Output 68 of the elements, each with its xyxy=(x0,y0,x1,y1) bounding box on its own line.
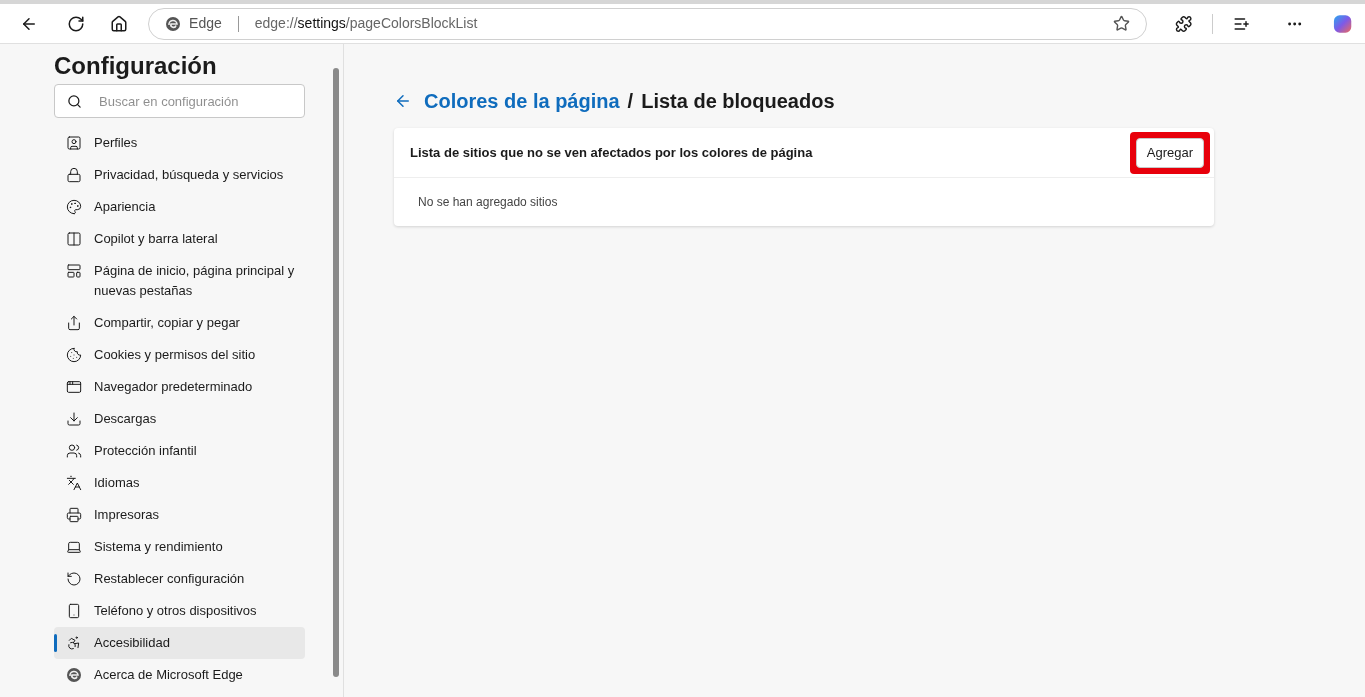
empty-message: No se han agregado sitios xyxy=(418,194,558,211)
sidebar-item-label: Perfiles xyxy=(94,134,139,152)
sidebar-item-label: Teléfono y otros dispositivos xyxy=(94,602,258,620)
sidebar-item-label: Apariencia xyxy=(94,198,157,216)
sidebar-item[interactable]: Impresoras xyxy=(54,499,305,531)
sidebar-item[interactable]: Idiomas xyxy=(54,467,305,499)
phone-icon xyxy=(66,603,82,619)
home-icon xyxy=(109,14,128,33)
favorite-star-icon[interactable] xyxy=(1112,15,1130,32)
sidebar-item-label: Accesibilidad xyxy=(94,634,171,652)
share-icon xyxy=(66,315,82,331)
sidebar-title: Configuración xyxy=(54,51,218,81)
edge-logo-icon xyxy=(66,667,82,683)
lock-icon xyxy=(66,167,82,183)
sidebar-item[interactable]: Descargas xyxy=(54,403,305,435)
sidebar-item[interactable]: Perfiles xyxy=(54,127,305,159)
sidebar-item[interactable]: Apariencia xyxy=(54,191,305,223)
sidebar-item[interactable]: Página de inicio, página principal y nuevas pestañas xyxy=(54,255,305,307)
sidebar-item-label: Idiomas xyxy=(94,474,141,492)
window-icon xyxy=(66,379,82,395)
refresh-icon xyxy=(67,14,86,33)
url-text: edge://settings/pageColorsBlockList xyxy=(254,14,478,33)
sidebar-item-label: Copilot y barra lateral xyxy=(94,230,219,248)
sidebar-item-label: Sistema y rendimiento xyxy=(94,538,224,556)
sidebar-item-label: Acerca de Microsoft Edge xyxy=(94,666,244,684)
search-field[interactable]: Buscar en configuración xyxy=(54,84,305,118)
sidebar-item[interactable]: Navegador predeterminado xyxy=(54,371,305,403)
page-icon xyxy=(66,263,82,279)
printer-icon xyxy=(66,507,82,523)
download-icon xyxy=(66,411,82,427)
profile-icon xyxy=(66,135,82,151)
sidebar-item[interactable]: Sistema y rendimiento xyxy=(54,531,305,563)
copilot-logo-icon[interactable] xyxy=(1331,12,1353,35)
puzzle-icon[interactable] xyxy=(1174,14,1193,33)
edge-logo-icon xyxy=(165,15,182,32)
add-button[interactable]: Agregar xyxy=(1135,137,1204,168)
sidebar-item-label: Protección infantil xyxy=(94,442,198,460)
sidebar-item-label: Navegador predeterminado xyxy=(94,378,254,396)
sidebar-item[interactable]: Teléfono y otros dispositivos xyxy=(54,595,305,627)
accessibility-icon xyxy=(66,635,82,651)
sidebar-item-label: Cookies y permisos del sitio xyxy=(94,346,257,364)
laptop-icon xyxy=(66,539,82,555)
sidebar-item[interactable]: Protección infantil xyxy=(54,435,305,467)
sidebar-item[interactable]: Accesibilidad xyxy=(54,627,305,659)
search-icon xyxy=(67,94,82,109)
sidebar-item-label: Compartir, copiar y pegar xyxy=(94,314,241,332)
sidebar-item[interactable]: Compartir, copiar y pegar xyxy=(54,307,305,339)
sidebar-item[interactable]: Acerca de Microsoft Edge xyxy=(54,659,305,691)
reset-icon xyxy=(66,571,82,587)
sidebar-item-label: Descargas xyxy=(94,410,158,428)
card-heading: Lista de sitios que no se ven afectados por los colores de página xyxy=(410,143,813,162)
family-icon xyxy=(66,443,82,459)
sidebar-item-label: Restablecer configuración xyxy=(94,570,246,588)
breadcrumb-separator: / xyxy=(627,89,634,114)
sidebar-item[interactable]: Copilot y barra lateral xyxy=(54,223,305,255)
breadcrumb-link[interactable]: Colores de la página xyxy=(424,86,620,116)
cookie-icon xyxy=(66,347,82,363)
language-icon xyxy=(66,475,82,491)
sidebar-item[interactable]: Restablecer configuración xyxy=(54,563,305,595)
sidebar-item-label: Impresoras xyxy=(94,506,161,524)
sidebar-item[interactable]: Privacidad, búsqueda y servicios xyxy=(54,159,305,191)
sidebar-panel-icon xyxy=(66,231,82,247)
sidebar-item-label: Página de inicio, página principal y nuevas pestañas xyxy=(94,262,296,300)
sidebar-item-label: Privacidad, búsqueda y servicios xyxy=(94,166,285,184)
site-label: Edge xyxy=(189,14,222,33)
palette-icon xyxy=(66,199,82,215)
sidebar-item[interactable]: Cookies y permisos del sitio xyxy=(54,339,305,371)
page-heading: Lista de bloqueados xyxy=(641,89,835,114)
